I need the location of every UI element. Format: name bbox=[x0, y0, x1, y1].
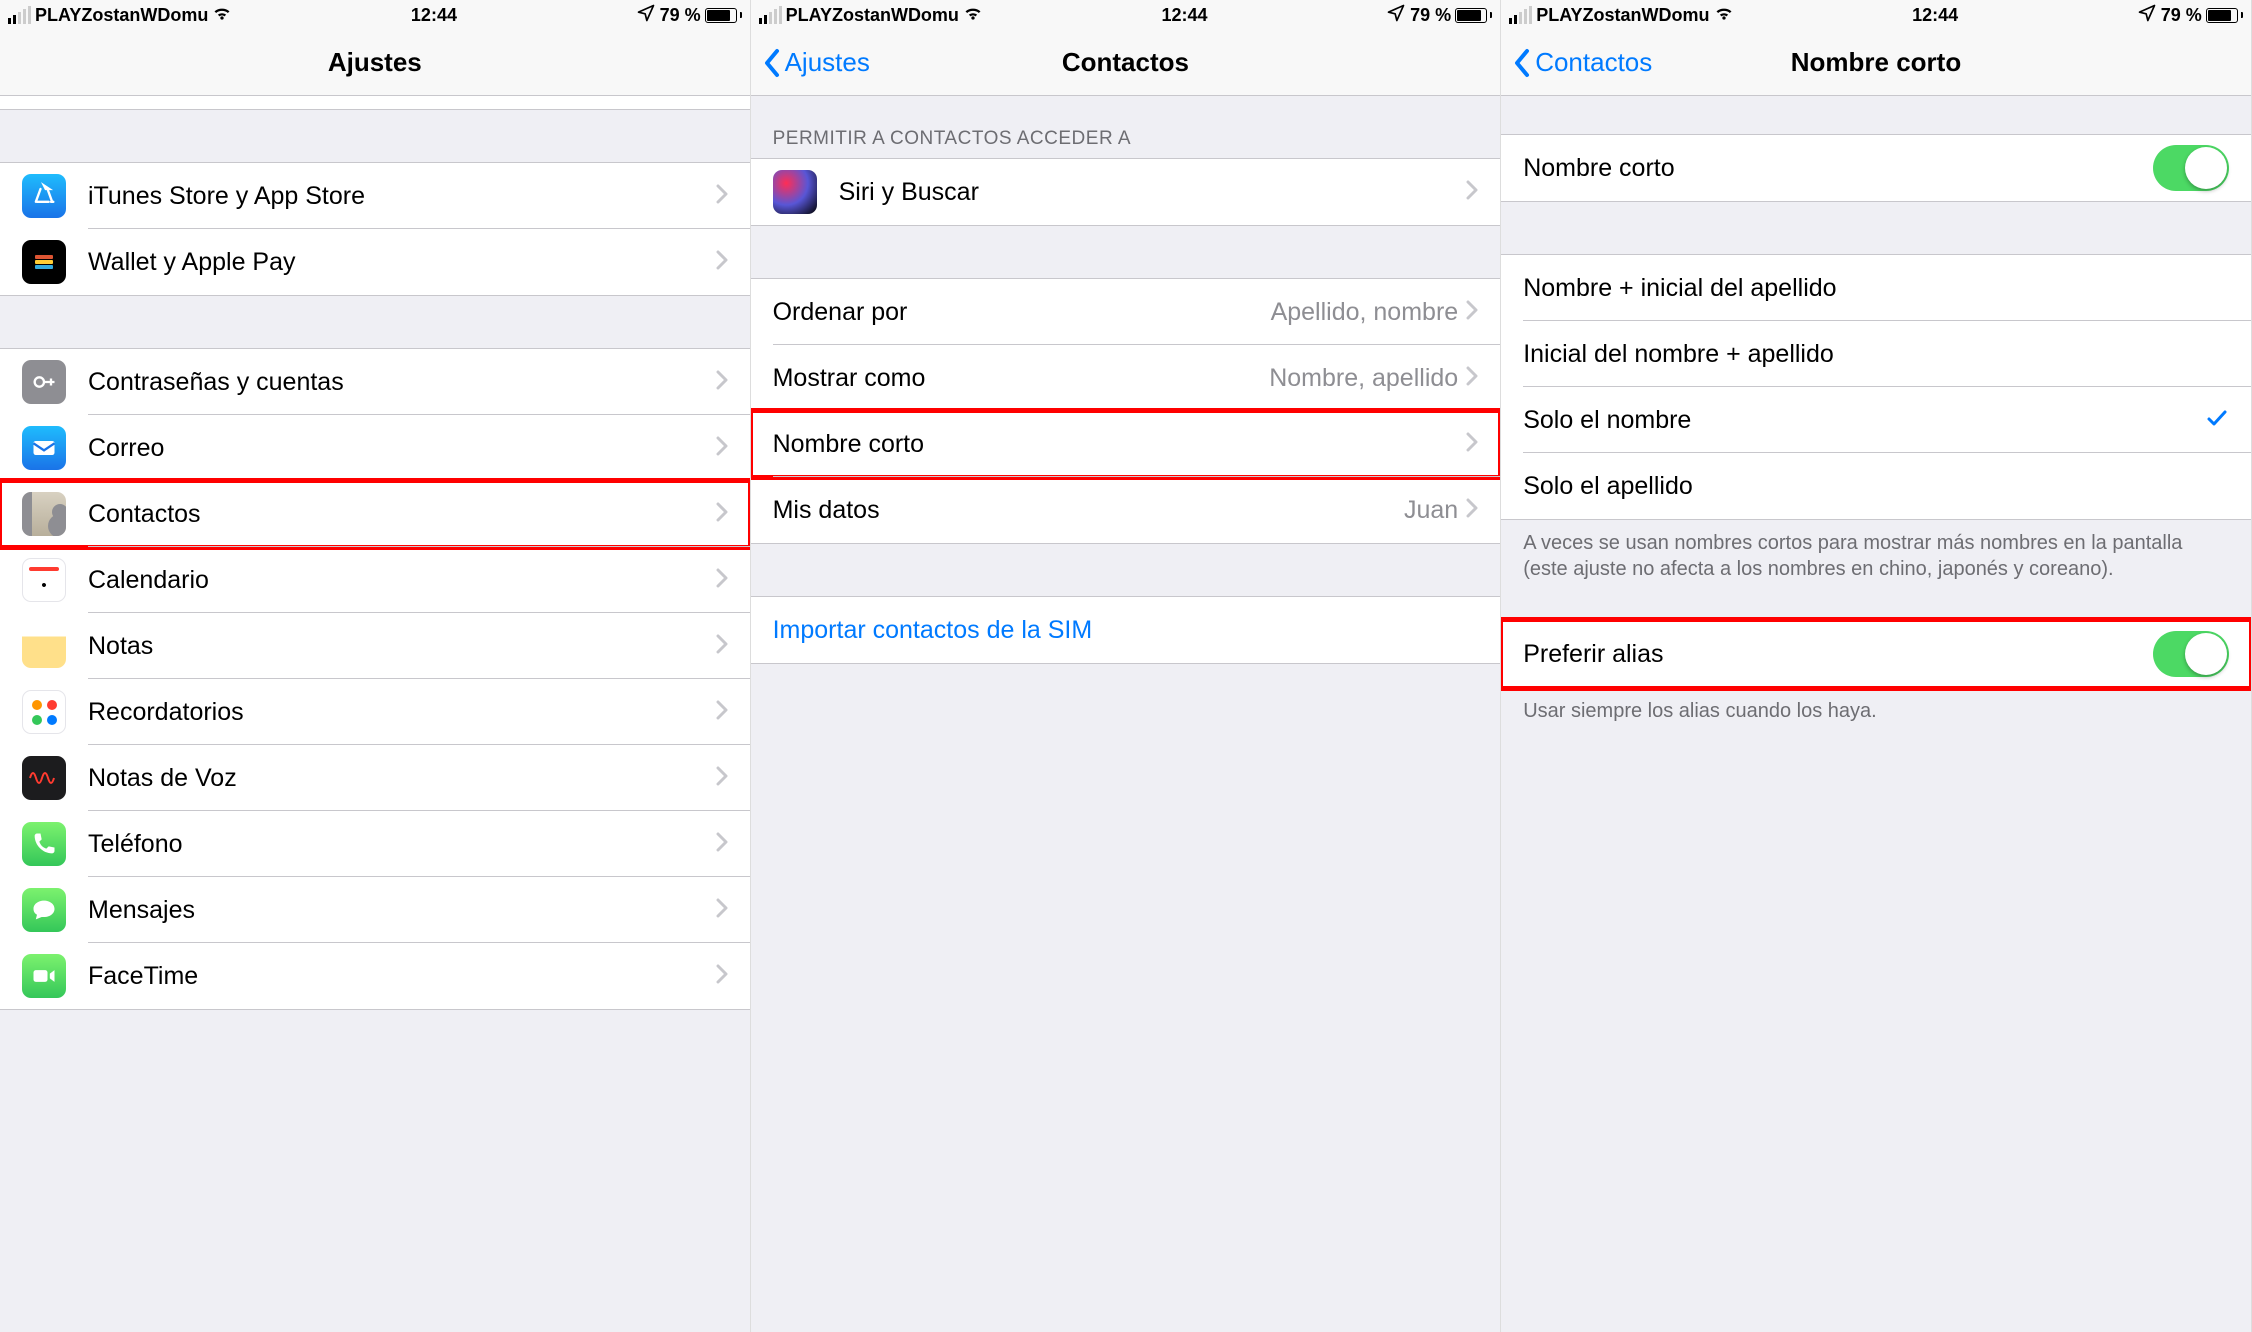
messages-icon bbox=[22, 888, 66, 932]
sort-order-value: Apellido, nombre bbox=[1271, 298, 1459, 327]
chevron-right-icon bbox=[716, 766, 728, 791]
my-info-value: Juan bbox=[1404, 496, 1458, 525]
row-itunes-appstore[interactable]: iTunes Store y App Store bbox=[0, 163, 750, 229]
status-bar: PLAYZostanWDomu 12:44 79 % bbox=[1501, 0, 2251, 30]
chevron-right-icon bbox=[1466, 366, 1478, 391]
battery-percent: 79 % bbox=[1410, 5, 1451, 26]
reminders-icon bbox=[22, 690, 66, 734]
carrier-label: PLAYZostanWDomu bbox=[1536, 5, 1709, 26]
row-my-info[interactable]: Mis datos Juan bbox=[751, 477, 1501, 543]
battery-icon bbox=[705, 8, 742, 23]
chevron-right-icon bbox=[716, 568, 728, 593]
wifi-icon bbox=[963, 3, 983, 28]
nav-bar: Contactos Nombre corto bbox=[1501, 30, 2251, 96]
row-siri-search[interactable]: Siri y Buscar bbox=[751, 159, 1501, 225]
row-notes[interactable]: Notas bbox=[0, 613, 750, 679]
row-voicememos[interactable]: Notas de Voz bbox=[0, 745, 750, 811]
page-title: Nombre corto bbox=[1791, 47, 1961, 78]
chevron-right-icon bbox=[716, 634, 728, 659]
signal-icon bbox=[759, 6, 782, 24]
row-wallet[interactable]: Wallet y Apple Pay bbox=[0, 229, 750, 295]
location-icon bbox=[1386, 3, 1406, 28]
display-order-value: Nombre, apellido bbox=[1269, 364, 1458, 393]
contacts-settings-panel: PLAYZostanWDomu 12:44 79 % Ajustes Conta… bbox=[751, 0, 1502, 1332]
page-title: Ajustes bbox=[328, 47, 422, 78]
chevron-right-icon bbox=[716, 250, 728, 275]
battery-percent: 79 % bbox=[660, 5, 701, 26]
status-time: 12:44 bbox=[983, 5, 1386, 26]
row-short-name-toggle[interactable]: Nombre corto bbox=[1501, 135, 2251, 201]
section-footer: Usar siempre los alias cuando los haya. bbox=[1501, 688, 2251, 724]
row-last-only[interactable]: Solo el apellido bbox=[1501, 453, 2251, 519]
wifi-icon bbox=[1714, 3, 1734, 28]
chevron-right-icon bbox=[716, 184, 728, 209]
row-phone[interactable]: Teléfono bbox=[0, 811, 750, 877]
row-messages[interactable]: Mensajes bbox=[0, 877, 750, 943]
voicememos-icon bbox=[22, 756, 66, 800]
chevron-right-icon bbox=[716, 832, 728, 857]
settings-panel: PLAYZostanWDomu 12:44 79 % Ajustes iTune… bbox=[0, 0, 751, 1332]
prefer-nicknames-switch[interactable] bbox=[2153, 631, 2229, 677]
location-icon bbox=[2137, 3, 2157, 28]
row-short-name[interactable]: Nombre corto bbox=[751, 411, 1501, 477]
carrier-label: PLAYZostanWDomu bbox=[35, 5, 208, 26]
page-title: Contactos bbox=[1062, 47, 1189, 78]
chevron-right-icon bbox=[716, 436, 728, 461]
chevron-right-icon bbox=[716, 898, 728, 923]
svg-text:•: • bbox=[41, 577, 46, 594]
battery-percent: 79 % bbox=[2161, 5, 2202, 26]
short-name-switch[interactable] bbox=[2153, 145, 2229, 191]
chevron-right-icon bbox=[1466, 432, 1478, 457]
row-passwords[interactable]: Contraseñas y cuentas bbox=[0, 349, 750, 415]
battery-icon bbox=[1455, 8, 1492, 23]
siri-icon bbox=[773, 170, 817, 214]
notes-icon bbox=[22, 624, 66, 668]
row-mail[interactable]: Correo bbox=[0, 415, 750, 481]
row-calendar[interactable]: • Calendario bbox=[0, 547, 750, 613]
row-display-order[interactable]: Mostrar como Nombre, apellido bbox=[751, 345, 1501, 411]
calendar-icon: • bbox=[22, 558, 66, 602]
appstore-icon bbox=[22, 174, 66, 218]
location-icon bbox=[636, 3, 656, 28]
chevron-right-icon bbox=[716, 964, 728, 989]
mail-icon bbox=[22, 426, 66, 470]
battery-icon bbox=[2206, 8, 2243, 23]
carrier-label: PLAYZostanWDomu bbox=[786, 5, 959, 26]
signal-icon bbox=[1509, 6, 1532, 24]
row-facetime[interactable]: FaceTime bbox=[0, 943, 750, 1009]
row-import-sim[interactable]: Importar contactos de la SIM bbox=[751, 597, 1501, 663]
phone-icon bbox=[22, 822, 66, 866]
row-last-initial-first[interactable]: Inicial del nombre + apellido bbox=[1501, 321, 2251, 387]
row-first-only[interactable]: Solo el nombre bbox=[1501, 387, 2251, 453]
wifi-icon bbox=[212, 3, 232, 28]
facetime-icon bbox=[22, 954, 66, 998]
chevron-right-icon bbox=[716, 700, 728, 725]
signal-icon bbox=[8, 6, 31, 24]
row-reminders[interactable]: Recordatorios bbox=[0, 679, 750, 745]
short-name-panel: PLAYZostanWDomu 12:44 79 % Contactos Nom… bbox=[1501, 0, 2252, 1332]
checkmark-icon bbox=[2205, 406, 2229, 435]
back-button[interactable]: Ajustes bbox=[763, 47, 870, 78]
chevron-right-icon bbox=[1466, 300, 1478, 325]
section-header: Permitir a Contactos acceder a bbox=[751, 96, 1501, 158]
chevron-right-icon bbox=[716, 502, 728, 527]
row-sort-order[interactable]: Ordenar por Apellido, nombre bbox=[751, 279, 1501, 345]
nav-bar: Ajustes bbox=[0, 30, 750, 96]
row-contacts[interactable]: Contactos bbox=[0, 481, 750, 547]
wallet-icon bbox=[22, 240, 66, 284]
chevron-right-icon bbox=[716, 370, 728, 395]
status-time: 12:44 bbox=[232, 5, 635, 26]
nav-bar: Ajustes Contactos bbox=[751, 30, 1501, 96]
key-icon bbox=[22, 360, 66, 404]
row-first-last-initial[interactable]: Nombre + inicial del apellido bbox=[1501, 255, 2251, 321]
status-time: 12:44 bbox=[1734, 5, 2137, 26]
status-bar: PLAYZostanWDomu 12:44 79 % bbox=[751, 0, 1501, 30]
status-bar: PLAYZostanWDomu 12:44 79 % bbox=[0, 0, 750, 30]
chevron-right-icon bbox=[1466, 498, 1478, 523]
contacts-icon bbox=[22, 492, 66, 536]
back-button[interactable]: Contactos bbox=[1513, 47, 1652, 78]
section-footer: A veces se usan nombres cortos para most… bbox=[1501, 520, 2251, 582]
chevron-right-icon bbox=[1466, 180, 1478, 205]
row-prefer-nicknames[interactable]: Preferir alias bbox=[1501, 621, 2251, 687]
